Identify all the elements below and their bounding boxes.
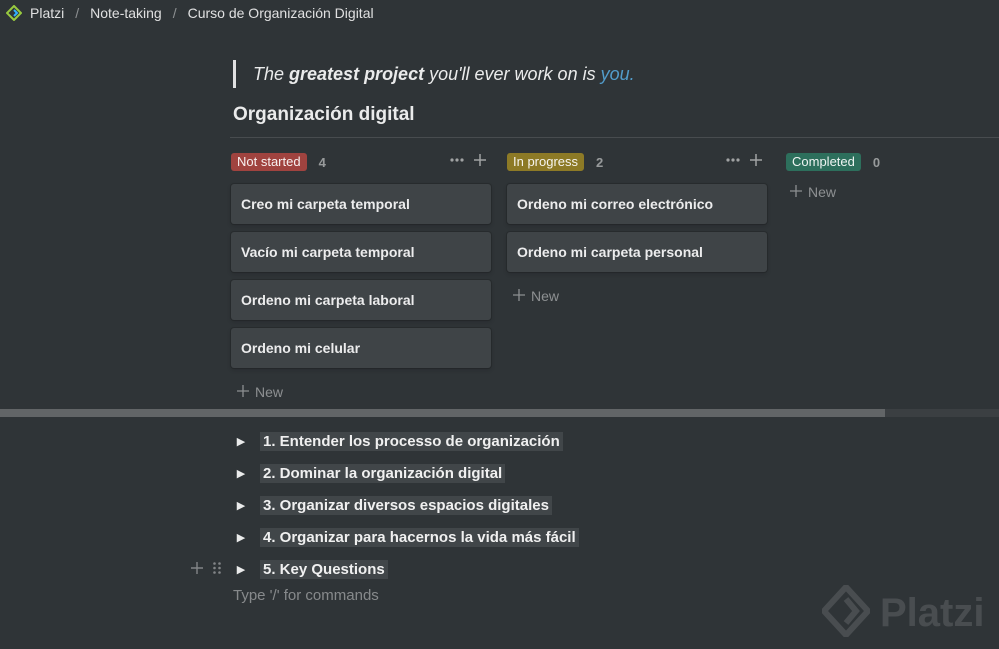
- board-card[interactable]: Ordeno mi carpeta personal: [507, 232, 767, 272]
- triangle-right-icon[interactable]: ▶: [232, 531, 250, 544]
- quote-accent: you.: [600, 64, 635, 84]
- breadcrumb-item-note-taking[interactable]: Note-taking: [88, 4, 164, 22]
- status-badge[interactable]: In progress: [507, 153, 585, 171]
- board-card[interactable]: Ordeno mi carpeta laboral: [231, 280, 491, 320]
- toggle-block[interactable]: ▶ 3. Organizar diversos espacios digital…: [232, 489, 579, 521]
- platzi-logo-icon: [5, 4, 23, 22]
- more-horizontal-icon[interactable]: [449, 152, 465, 168]
- toggle-block[interactable]: ▶ 5. Key Questions: [191, 553, 579, 585]
- breadcrumb-item-course[interactable]: Curso de Organización Digital: [186, 4, 376, 22]
- new-card-button[interactable]: New: [507, 286, 767, 306]
- column-actions: [725, 152, 763, 168]
- board-card[interactable]: Ordeno mi correo electrónico: [507, 184, 767, 224]
- toggle-label: 3. Organizar diversos espacios digitales: [260, 495, 552, 515]
- platzi-watermark: Platzi: [819, 582, 985, 642]
- drag-handle-icon[interactable]: [212, 561, 222, 580]
- board-column-in-progress: In progress 2 Ordeno mi correo electróni…: [507, 150, 767, 306]
- watermark-text: Platzi: [880, 591, 985, 635]
- new-card-label: New: [255, 384, 284, 400]
- breadcrumb-separator: /: [172, 5, 177, 21]
- plus-icon: [790, 184, 802, 200]
- quote-text-2: you'll ever work on is: [424, 64, 601, 84]
- toggle-list: ▶ 1. Entender los processo de organizaci…: [191, 425, 579, 585]
- triangle-right-icon[interactable]: ▶: [232, 467, 250, 480]
- board-column-not-started: Not started 4 Creo mi carpeta temporal V…: [231, 150, 491, 402]
- board-scrollbar[interactable]: [0, 409, 999, 417]
- block-tools: [190, 561, 222, 580]
- plus-icon[interactable]: [749, 153, 763, 167]
- toggle-label: 4. Organizar para hacernos la vida más f…: [260, 527, 579, 547]
- board-column-completed: Completed 0 New: [786, 150, 986, 202]
- toggle-block[interactable]: ▶ 4. Organizar para hacernos la vida más…: [232, 521, 579, 553]
- status-badge[interactable]: Completed: [786, 153, 861, 171]
- new-card-button[interactable]: New: [786, 182, 986, 202]
- plus-icon: [513, 288, 525, 304]
- command-placeholder[interactable]: Type '/' for commands: [233, 587, 379, 604]
- column-header: Completed 0: [786, 150, 986, 174]
- breadcrumb: Platzi / Note-taking / Curso de Organiza…: [5, 4, 376, 22]
- column-header: Not started 4: [231, 150, 491, 174]
- plus-icon: [237, 384, 249, 400]
- quote-block[interactable]: The greatest project you'll ever work on…: [233, 60, 635, 88]
- toggle-block[interactable]: ▶ 2. Dominar la organización digital: [232, 457, 579, 489]
- column-actions: [449, 152, 487, 168]
- plus-icon[interactable]: [473, 153, 487, 167]
- quote-text-1: The: [253, 64, 290, 84]
- breadcrumb-separator: /: [75, 5, 80, 21]
- more-horizontal-icon[interactable]: [725, 152, 741, 168]
- triangle-right-icon[interactable]: ▶: [232, 435, 250, 448]
- board-card[interactable]: Creo mi carpeta temporal: [231, 184, 491, 224]
- new-card-button[interactable]: New: [231, 382, 491, 402]
- board-card[interactable]: Ordeno mi celular: [231, 328, 491, 368]
- page: Platzi / Note-taking / Curso de Organiza…: [0, 0, 999, 649]
- quote-bold: greatest project: [289, 64, 425, 84]
- column-count: 0: [872, 154, 881, 170]
- toggle-label: 5. Key Questions: [260, 559, 388, 579]
- column-header: In progress 2: [507, 150, 767, 174]
- triangle-right-icon[interactable]: ▶: [232, 499, 250, 512]
- divider: [230, 137, 999, 138]
- platzi-logo-icon: [819, 582, 873, 642]
- column-count: 4: [318, 154, 326, 170]
- new-card-label: New: [808, 184, 837, 200]
- board-card[interactable]: Vacío mi carpeta temporal: [231, 232, 491, 272]
- new-card-label: New: [531, 288, 560, 304]
- breadcrumb-item-platzi[interactable]: Platzi: [28, 4, 66, 22]
- triangle-right-icon[interactable]: ▶: [232, 563, 250, 576]
- plus-icon[interactable]: [190, 561, 204, 580]
- database-title[interactable]: Organización digital: [233, 104, 415, 126]
- column-count: 2: [596, 154, 604, 170]
- toggle-label: 2. Dominar la organización digital: [260, 463, 506, 483]
- toggle-block[interactable]: ▶ 1. Entender los processo de organizaci…: [232, 425, 579, 457]
- status-badge[interactable]: Not started: [231, 153, 307, 171]
- toggle-label: 1. Entender los processo de organización: [260, 431, 563, 451]
- scrollbar-thumb[interactable]: [0, 409, 885, 417]
